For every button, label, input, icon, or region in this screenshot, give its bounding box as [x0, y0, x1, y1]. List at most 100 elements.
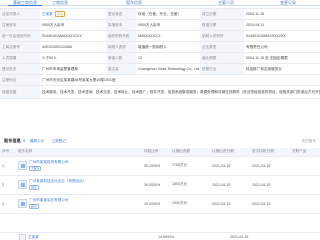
- shareholders-section-header: 股东信息 4 最新公示 工商登记 历史股东: [0, 136, 320, 146]
- shareholder-cell: 广州市某某实业有限公司 股东: [16, 194, 142, 214]
- table-row-partial: 王某某 14.9000% 2021-04-15: [0, 232, 320, 240]
- first-hold-date: 2021-04-15: [250, 175, 290, 195]
- info-key: 统一社会信用代码: [0, 30, 40, 42]
- info-key: 注册资本: [0, 19, 40, 31]
- info-key: 登记机关: [0, 63, 40, 75]
- section-title: 股东信息 4: [4, 138, 25, 144]
- legal-rep-cell: 王某某 存续: [40, 8, 106, 20]
- info-key: 核准日期: [200, 19, 244, 31]
- shareholder-cell: 广州市某某投资有限公司 大股东: [16, 156, 142, 176]
- info-row: 法定代表人 王某某 存续 登记状态 存续（在营、开业、在册） 成立日期 2004-…: [0, 8, 320, 20]
- col-header: 认缴出资日期: [210, 148, 250, 157]
- shareholder-info: 广州市某某实业有限公司 股东: [29, 198, 69, 210]
- company-info-page: 基础工商信息 工商信息 股东信息 主要人员 变更记录 法定代表人 王某某 存续 登…: [0, 0, 320, 240]
- related-product: [290, 194, 320, 214]
- info-key: 经营范围: [0, 85, 40, 99]
- info-value: 91440101MA5XXXX2XX: [244, 30, 320, 42]
- info-value: 增值税一般纳税人: [136, 41, 200, 53]
- first-hold-date: 2021-04-15: [250, 156, 290, 176]
- tab-shareholders[interactable]: 股东信息: [116, 0, 152, 6]
- info-value: 91440101MA5XXXX2XX: [40, 30, 106, 42]
- tab-change-records[interactable]: 变更记录: [270, 0, 306, 6]
- info-value: 440101000123456: [40, 41, 106, 53]
- shareholder-tag: 大股东: [29, 165, 42, 172]
- registered-address: 广州市天河区某某路88号某某大厦15楼1501室: [40, 74, 320, 86]
- table-row: 3 广州市某某实业有限公司 股东 20.0000% 1000万元 2021-04-…: [0, 194, 320, 214]
- info-value: 存续（在营、开业、在册）: [136, 8, 200, 20]
- row-index: 2: [0, 175, 16, 195]
- info-key: 登记状态: [106, 8, 136, 20]
- share-ratio: 14.9000%: [158, 235, 175, 239]
- share-ratio: 20.0000%: [142, 194, 170, 214]
- shareholder-cell: 广州某某科技合伙企业（有限合伙） 股东: [16, 175, 142, 195]
- business-info-table: 法定代表人 王某某 存续 登记状态 存续（在营、开业、在册） 成立日期 2004-…: [0, 8, 320, 99]
- info-value: MA5XXXX2-X: [136, 30, 200, 42]
- tab-business-info[interactable]: 工商信息: [44, 0, 76, 6]
- tab-key-personnel[interactable]: 主要人员: [206, 0, 246, 6]
- shareholder-name[interactable]: 广州某某科技合伙企业（有限合伙）: [29, 179, 87, 183]
- info-value: 5000万人民币: [40, 19, 106, 31]
- subscribed-date: 2021-04-15: [210, 175, 250, 195]
- info-key: 营业期限: [200, 52, 244, 64]
- company-logo-icon: [18, 161, 27, 170]
- company-logo-icon: [18, 180, 27, 189]
- status-badge: 存续: [54, 11, 65, 18]
- col-header[interactable]: 持股比例: [142, 148, 170, 157]
- link-latest[interactable]: 最新公示: [30, 139, 44, 143]
- info-value: 2004-11-15: [244, 8, 320, 20]
- section-count: 4: [22, 138, 26, 143]
- info-value: 少于50人: [40, 52, 106, 64]
- link-registered[interactable]: 工商登记: [51, 139, 65, 143]
- info-key: 纳税人资质: [106, 41, 136, 53]
- first-hold-date: 2021-04-15: [250, 194, 290, 214]
- info-value: 有限责任公司: [244, 41, 320, 53]
- info-key: 注册地址: [0, 74, 40, 86]
- section-links: 最新公示 工商登记: [30, 139, 72, 144]
- col-header: 关联产品: [290, 148, 320, 157]
- subscribed-date: 2021-04-15: [210, 194, 250, 214]
- info-value: 2004-11-15 至 无固定期限: [244, 52, 320, 64]
- shareholder-name[interactable]: 广州市某某投资有限公司: [29, 160, 69, 164]
- info-key: 所属行业: [200, 63, 244, 75]
- share-ratio: 35.1000%: [142, 156, 170, 176]
- info-row: 经营范围 技术服务、技术开发、技术咨询、技术交流、技术转让、技术推广；软件开发；…: [0, 85, 320, 99]
- info-value: 5000万人民币: [136, 19, 200, 31]
- info-row: 登记机关 广州市市场监督管理局 英文名 Guangzhou Xinke Tech…: [0, 63, 320, 75]
- info-row: 注册地址 广州市天河区某某路88号某某大厦15楼1501室: [0, 74, 320, 86]
- col-header: 首次持股日期: [250, 148, 290, 157]
- subscribed-date: 2021-04-15: [210, 156, 250, 176]
- info-key: 人员规模: [0, 52, 40, 64]
- subscribed-amount: 1000万元: [170, 194, 210, 214]
- section-title-text: 股东信息: [4, 138, 21, 143]
- tab-bar: 基础工商信息 工商信息 股东信息 主要人员 变更记录: [0, 0, 320, 6]
- shareholder-tag: 股东: [29, 184, 39, 191]
- info-key: 工商注册号: [0, 41, 40, 53]
- info-value: Guangzhou Xinke Technology Co., Ltd.: [136, 63, 200, 75]
- tab-basic-info[interactable]: 基础工商信息: [8, 0, 42, 6]
- shareholder-tag: 股东: [29, 203, 39, 210]
- info-row: 人员规模 少于50人 参保人数 12 营业期限 2004-11-15 至 无固定…: [0, 52, 320, 64]
- shareholder-info: 广州市某某投资有限公司 大股东: [29, 160, 69, 172]
- shareholder-name[interactable]: 广州市某某实业有限公司: [29, 198, 69, 202]
- row-index: 1: [0, 156, 16, 176]
- info-row: 工商注册号 440101000123456 纳税人资质 增值税一般纳税人 企业类…: [0, 41, 320, 53]
- table-header-row: 序号 股东名称 持股比例 认缴出资额 认缴出资日期 首次持股日期 关联产品: [0, 148, 320, 157]
- col-header: 股东名称: [16, 148, 142, 157]
- person-avatar: [19, 234, 26, 240]
- info-key: 纳税人识别号: [200, 30, 244, 42]
- info-key: 英文名: [106, 63, 136, 75]
- info-value: 2024-04-11: [244, 19, 320, 31]
- subscribed-date: 2021-04-15: [230, 235, 249, 239]
- info-key: 组织机构代码: [106, 30, 136, 42]
- company-logo-icon: [18, 199, 27, 208]
- info-value: 科技推广和应用服务业: [244, 63, 320, 75]
- row-index: 3: [0, 194, 16, 214]
- col-header[interactable]: 认缴出资额: [170, 148, 210, 157]
- shareholder-info: 广州某某科技合伙企业（有限合伙） 股东: [29, 179, 87, 191]
- info-key: 成立日期: [200, 8, 244, 20]
- legal-rep-name[interactable]: 王某某: [42, 12, 53, 16]
- shareholder-name[interactable]: 王某某: [28, 235, 39, 240]
- history-link[interactable]: 历史股东: [302, 139, 316, 144]
- info-key: 法定代表人: [0, 8, 40, 20]
- col-header: 序号: [0, 148, 16, 157]
